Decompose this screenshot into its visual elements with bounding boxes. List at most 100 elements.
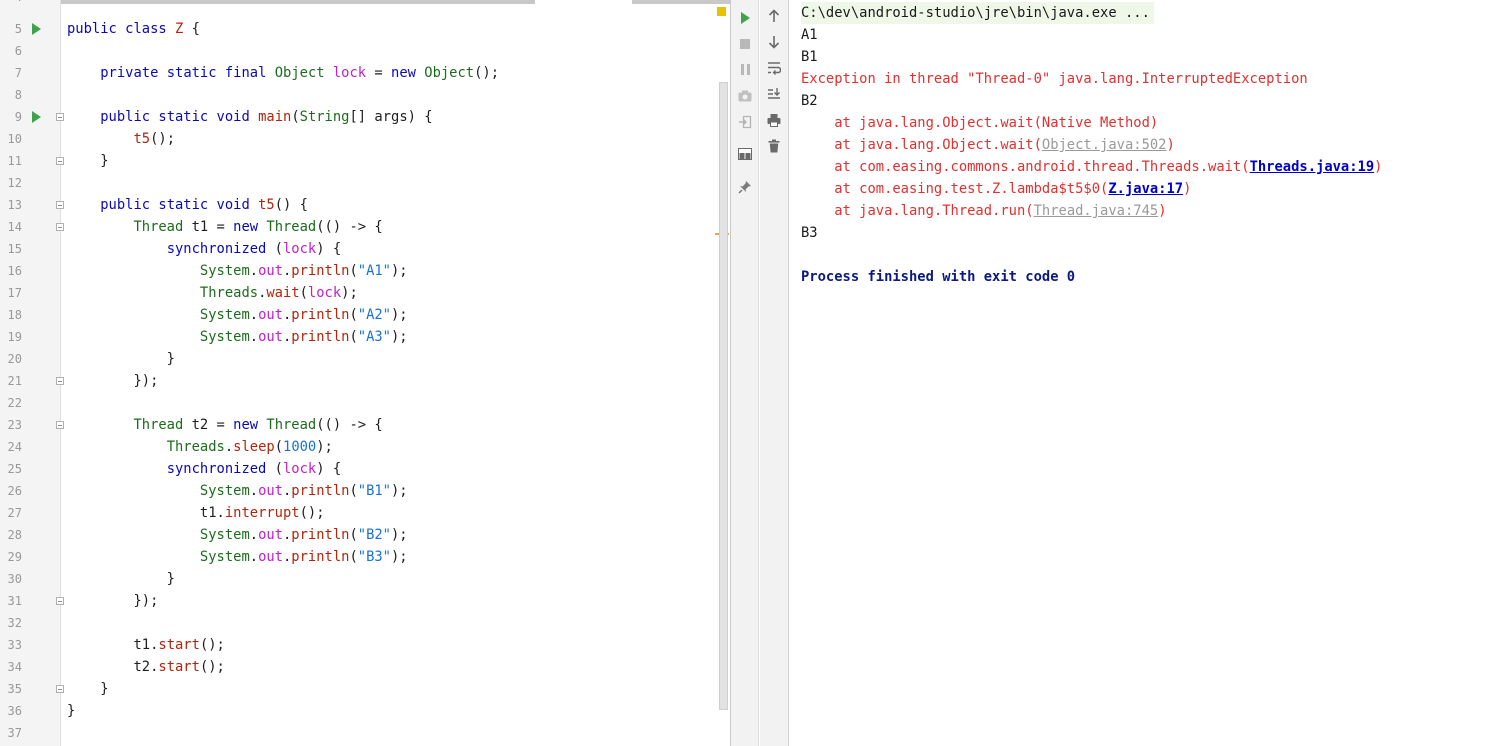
fold-icon[interactable] <box>56 421 64 429</box>
console-command-line[interactable]: C:\dev\android-studio\jre\bin\java.exe .… <box>801 2 1154 24</box>
code-line[interactable]: 11 } <box>0 150 716 172</box>
line-number: 8 <box>14 88 22 102</box>
code-line[interactable]: 21 }); <box>0 370 716 392</box>
code-text: private static final Object lock = new O… <box>100 65 500 81</box>
code-line[interactable]: 37 <box>0 722 716 744</box>
code-line[interactable]: 10 t5(); <box>0 128 716 150</box>
soft-wrap-icon[interactable] <box>764 58 784 78</box>
line-number: 34 <box>7 660 22 674</box>
code-line: 4 <box>0 0 716 8</box>
trash-icon[interactable] <box>764 136 784 156</box>
code-line[interactable]: 26 System.out.println("B1"); <box>0 480 716 502</box>
code-line[interactable]: 23 Thread t2 = new Thread(() -> { <box>0 414 716 436</box>
fold-icon[interactable] <box>56 685 64 693</box>
code-line[interactable]: 30 } <box>0 568 716 590</box>
code-text: }); <box>67 593 159 609</box>
code-editor[interactable]: 4 5 public class Z { 6 7 private static … <box>0 0 730 746</box>
code-text: Thread t1 = new Thread(() -> { <box>133 219 383 235</box>
inspection-status-icon[interactable] <box>717 7 726 16</box>
code-line[interactable]: 24 Threads.sleep(1000); <box>0 436 716 458</box>
code-line[interactable]: 13 public static void t5() { <box>0 194 716 216</box>
console-line: B2 <box>801 93 818 109</box>
code-line[interactable]: 7 private static final Object lock = new… <box>0 62 716 84</box>
fold-icon[interactable] <box>56 201 64 209</box>
fold-icon[interactable] <box>56 377 64 385</box>
print-icon[interactable] <box>764 110 784 130</box>
code-line[interactable]: 32 <box>0 612 716 634</box>
code-text: t5(); <box>133 131 175 147</box>
stack-trace-text: ) <box>1183 181 1192 197</box>
code-text: } <box>67 571 175 587</box>
code-line[interactable]: 17 Threads.wait(lock); <box>0 282 716 304</box>
line-number: 13 <box>7 198 22 212</box>
console-exception-line: Exception in thread "Thread-0" java.lang… <box>801 71 1308 87</box>
process-finished-message: Process finished with exit code 0 <box>801 269 1076 285</box>
arrow-down-icon[interactable] <box>764 32 784 52</box>
code-line[interactable]: 9 public static void main(String[] args)… <box>0 106 716 128</box>
arrow-up-icon[interactable] <box>764 6 784 26</box>
line-number: 4 <box>0 0 22 8</box>
line-number: 25 <box>7 462 22 476</box>
code-line[interactable]: 6 <box>0 40 716 62</box>
code-text: System.out.println("A3"); <box>199 329 408 345</box>
stack-trace-text: at com.easing.commons.android.thread.Thr… <box>801 159 1250 175</box>
code-line[interactable]: 8 <box>0 84 716 106</box>
pause-icon[interactable] <box>735 59 755 79</box>
code-line[interactable]: 19 System.out.println("A3"); <box>0 326 716 348</box>
line-number: 12 <box>7 176 22 190</box>
source-link[interactable]: Object.java:502 <box>1042 137 1167 153</box>
line-number: 27 <box>7 506 22 520</box>
source-link[interactable]: Thread.java:745 <box>1034 203 1159 219</box>
code-line[interactable]: 5 public class Z { <box>0 18 716 40</box>
code-line[interactable]: 14 Thread t1 = new Thread(() -> { <box>0 216 716 238</box>
stack-trace-text: at com.easing.test.Z.lambda$t5$0( <box>801 181 1109 197</box>
line-number: 6 <box>14 44 22 58</box>
code-line[interactable]: 31 }); <box>0 590 716 612</box>
camera-icon[interactable] <box>735 86 755 106</box>
code-line[interactable]: 29 System.out.println("B3"); <box>0 546 716 568</box>
fold-icon[interactable] <box>56 223 64 231</box>
line-number: 19 <box>7 330 22 344</box>
code-text: System.out.println("B2"); <box>199 527 408 543</box>
code-line[interactable]: 12 <box>0 172 716 194</box>
line-number: 37 <box>7 726 22 740</box>
stop-icon[interactable] <box>735 34 755 54</box>
code-line[interactable]: 25 synchronized (lock) { <box>0 458 716 480</box>
line-number: 15 <box>7 242 22 256</box>
run-gutter-icon[interactable] <box>32 111 41 123</box>
code-text: t2.start(); <box>133 659 225 675</box>
code-line[interactable]: 16 System.out.println("A1"); <box>0 260 716 282</box>
fold-icon[interactable] <box>56 113 64 121</box>
stack-trace-line: at com.easing.commons.android.thread.Thr… <box>801 156 1382 178</box>
run-gutter-icon[interactable] <box>32 23 41 35</box>
code-line[interactable]: 28 System.out.println("B2"); <box>0 524 716 546</box>
code-line[interactable]: 22 <box>0 392 716 414</box>
source-link[interactable]: Threads.java:19 <box>1250 159 1375 175</box>
fold-icon[interactable] <box>56 157 64 165</box>
stack-trace-line: at java.lang.Object.wait(Native Method) <box>801 112 1158 134</box>
console-output[interactable]: C:\dev\android-studio\jre\bin\java.exe .… <box>801 0 1512 746</box>
code-line[interactable]: 20 } <box>0 348 716 370</box>
code-line[interactable]: 27 t1.interrupt(); <box>0 502 716 524</box>
code-line[interactable]: 34 t2.start(); <box>0 656 716 678</box>
code-line[interactable]: 33 t1.start(); <box>0 634 716 656</box>
line-number: 5 <box>14 22 22 36</box>
code-text: public static void main(String[] args) { <box>100 109 433 125</box>
login-icon[interactable] <box>735 112 755 132</box>
line-number: 23 <box>7 418 22 432</box>
editor-vertical-scrollbar[interactable] <box>719 82 728 710</box>
pin-icon[interactable] <box>735 177 755 197</box>
console-line: B3 <box>801 225 818 241</box>
code-line[interactable]: 15 synchronized (lock) { <box>0 238 716 260</box>
line-number: 22 <box>7 396 22 410</box>
code-line[interactable]: 36 } <box>0 700 716 722</box>
code-text: Threads.wait(lock); <box>199 285 358 301</box>
code-text: Thread t2 = new Thread(() -> { <box>133 417 383 433</box>
source-link[interactable]: Z.java:17 <box>1108 181 1183 197</box>
scroll-to-end-icon[interactable] <box>764 84 784 104</box>
code-line[interactable]: 18 System.out.println("A2"); <box>0 304 716 326</box>
code-line[interactable]: 35 } <box>0 678 716 700</box>
rerun-icon[interactable] <box>735 8 755 28</box>
layout-icon[interactable] <box>735 144 755 164</box>
fold-icon[interactable] <box>56 597 64 605</box>
